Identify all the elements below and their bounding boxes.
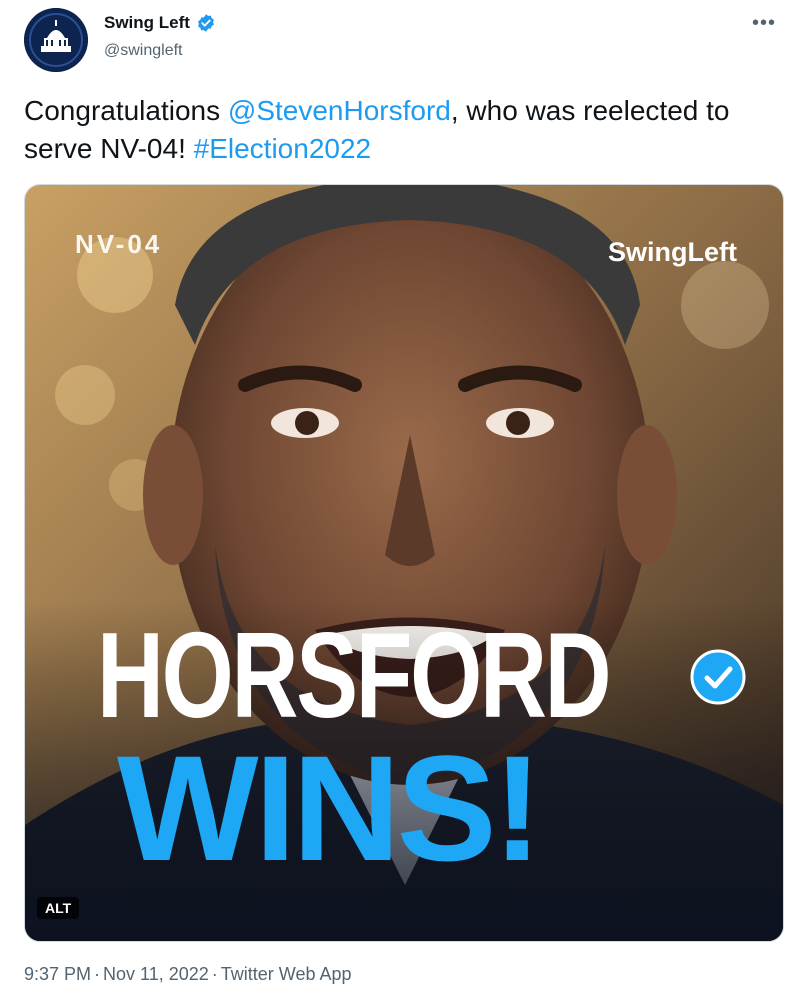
avatar[interactable]: [24, 8, 88, 72]
tweet-text-part-1: Congratulations: [24, 95, 228, 126]
mention-link[interactable]: @StevenHorsford: [228, 95, 451, 126]
tweet-card: Swing Left @swingleft ••• Congratulation…: [0, 0, 800, 1001]
tweet-date[interactable]: Nov 11, 2022: [103, 964, 209, 984]
tweet-metadata: 9:37 PM · Nov 11, 2022 · Twitter Web App: [24, 964, 352, 985]
tweet-image[interactable]: NV-04 SwingLeft HORSFORD WINS! ALT: [24, 184, 784, 942]
swingleft-logo: SwingLeft: [608, 237, 737, 267]
author-display-name[interactable]: Swing Left: [104, 13, 190, 33]
tweet-source[interactable]: Twitter Web App: [221, 964, 352, 984]
author-name-row: Swing Left: [104, 13, 216, 33]
author-handle[interactable]: @swingleft: [104, 42, 183, 60]
verified-badge-icon: [198, 14, 214, 32]
more-options-icon[interactable]: •••: [752, 12, 776, 35]
capitol-logo-icon: [24, 8, 88, 72]
checkmark-badge-icon: [690, 649, 746, 705]
district-label: NV-04: [75, 229, 163, 259]
alt-text-button[interactable]: ALT: [37, 897, 80, 919]
tweet-time[interactable]: 9:37 PM: [24, 964, 91, 984]
tweet-text: Congratulations @StevenHorsford, who was…: [24, 92, 784, 168]
hashtag-link[interactable]: #Election2022: [194, 133, 371, 164]
separator: ·: [211, 964, 218, 984]
separator: ·: [94, 964, 101, 984]
headline-line-2: WINS!: [117, 724, 543, 892]
